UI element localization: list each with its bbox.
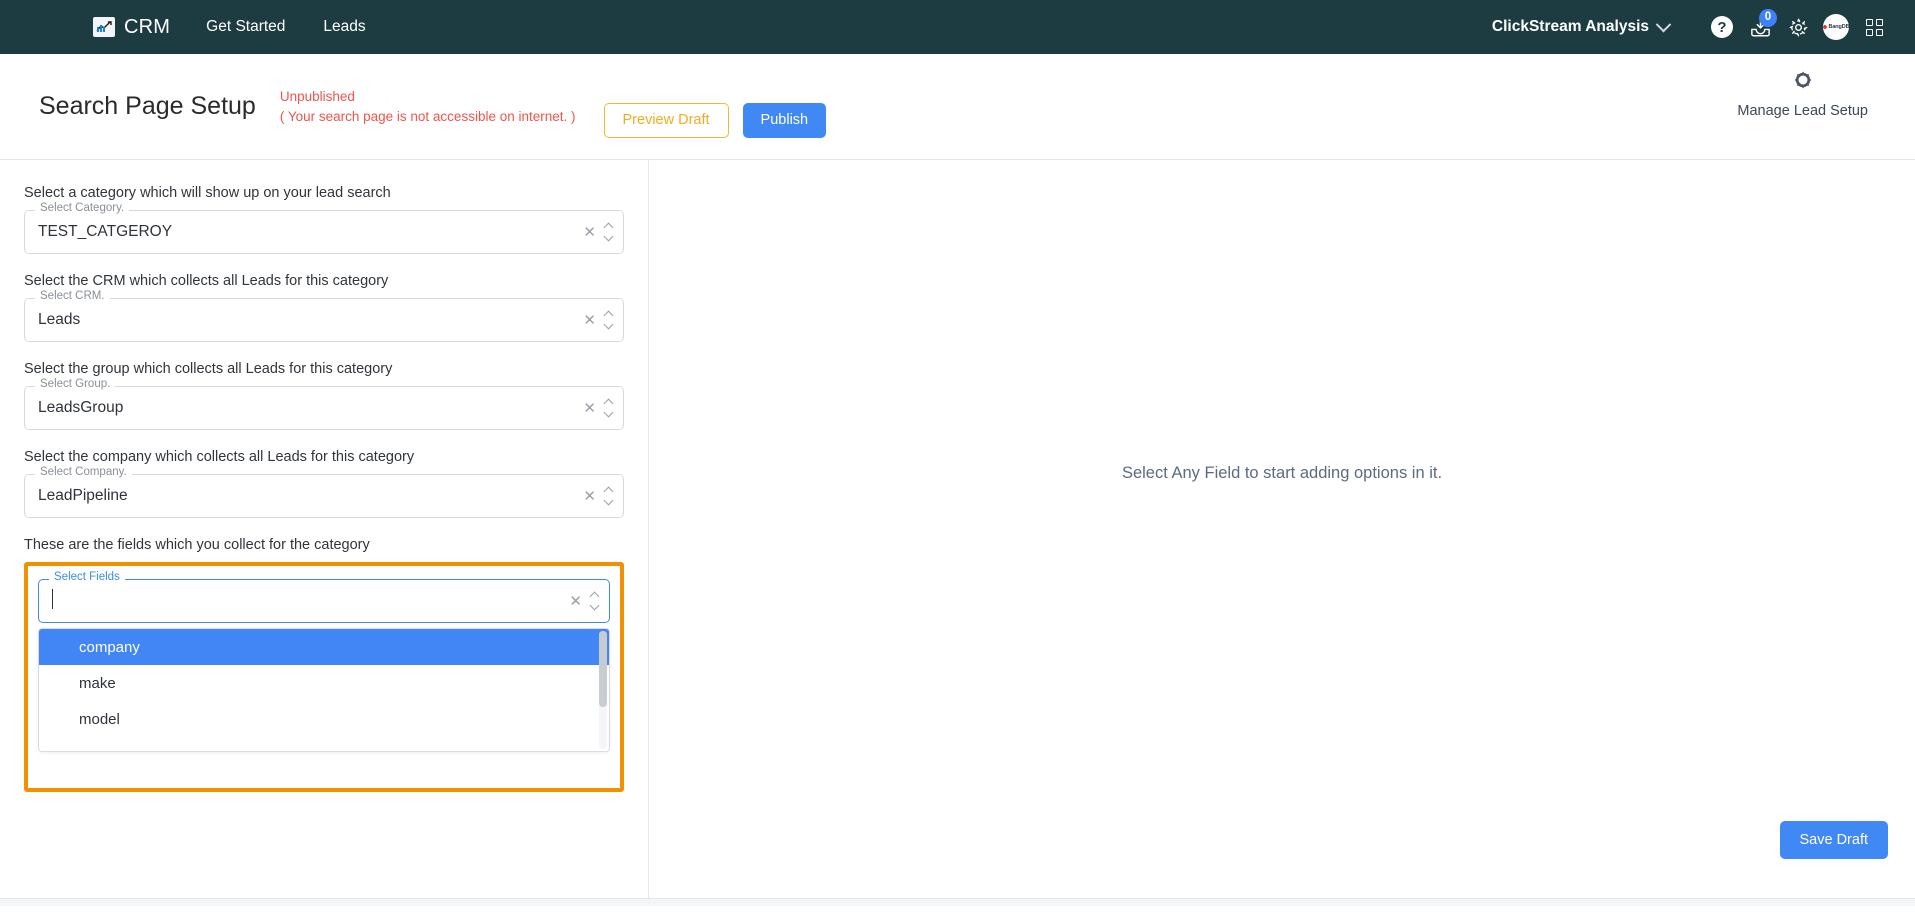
user-avatar-button[interactable]: BangDB bbox=[1817, 8, 1855, 46]
avatar: BangDB bbox=[1823, 14, 1849, 40]
select-category-value: TEST_CATGEROY bbox=[38, 223, 173, 240]
top-navbar: CRM Get Started Leads ClickStream Analys… bbox=[0, 0, 1915, 54]
chevron-updown-icon[interactable] bbox=[603, 310, 614, 330]
save-draft-button[interactable]: Save Draft bbox=[1779, 821, 1888, 859]
select-group-value: LeadsGroup bbox=[38, 399, 124, 416]
project-selector-label: ClickStream Analysis bbox=[1491, 18, 1649, 35]
navbar-right: ClickStream Analysis ? 0 BangDB bbox=[1492, 8, 1893, 46]
field-group-crm: Select the CRM which collects all Leads … bbox=[24, 273, 624, 342]
field-description-crm: Select the CRM which collects all Leads … bbox=[24, 273, 389, 289]
manage-lead-setup-label: Manage Lead Setup bbox=[1737, 103, 1868, 119]
chevron-down-icon bbox=[1655, 16, 1672, 32]
page-content: Select a category which will show up on … bbox=[0, 160, 1915, 906]
field-group-category: Select a category which will show up on … bbox=[24, 185, 624, 254]
page-title: Search Page Setup bbox=[39, 92, 256, 121]
help-icon: ? bbox=[1711, 16, 1733, 38]
select-category-legend: Select Category. bbox=[35, 202, 130, 215]
clear-icon[interactable]: ✕ bbox=[583, 489, 596, 504]
select-company-adornments: ✕ bbox=[583, 475, 614, 517]
select-group-legend: Select Group. bbox=[35, 378, 116, 391]
apps-grid-button[interactable] bbox=[1855, 8, 1893, 46]
field-description-company: Select the company which collects all Le… bbox=[24, 449, 415, 465]
gear-icon bbox=[1789, 18, 1807, 36]
select-crm[interactable]: Select CRM. Leads ✕ bbox=[24, 290, 624, 342]
publish-button[interactable]: Publish bbox=[742, 103, 827, 138]
page-header-left: Search Page Setup Unpublished ( Your sea… bbox=[0, 54, 827, 138]
help-button[interactable]: ? bbox=[1703, 8, 1741, 46]
dropdown-scrollbar-thumb[interactable] bbox=[599, 631, 607, 707]
inbox-badge: 0 bbox=[1759, 9, 1777, 27]
select-category-adornments: ✕ bbox=[583, 211, 614, 253]
dropdown-option-model[interactable]: model bbox=[39, 701, 609, 737]
avatar-label: BangDB bbox=[1828, 24, 1849, 30]
dropdown-option-list: company make model bbox=[39, 629, 609, 737]
chevron-updown-icon[interactable] bbox=[603, 486, 614, 506]
field-group-group: Select the group which collects all Lead… bbox=[24, 361, 624, 430]
select-fields-input[interactable] bbox=[52, 588, 53, 614]
inbox-button[interactable]: 0 bbox=[1741, 8, 1779, 46]
navbar-links: Get Started Leads bbox=[206, 18, 366, 36]
field-description-category: Select a category which will show up on … bbox=[24, 185, 391, 201]
field-description-fields: These are the fields which you collect f… bbox=[24, 537, 370, 553]
select-fields-dropdown[interactable]: company make model bbox=[38, 628, 610, 752]
chevron-updown-icon[interactable] bbox=[589, 591, 600, 611]
dropdown-option-company[interactable]: company bbox=[39, 629, 609, 665]
select-company-legend: Select Company. bbox=[35, 466, 132, 479]
chevron-updown-icon[interactable] bbox=[603, 222, 614, 242]
clear-icon[interactable]: ✕ bbox=[583, 313, 596, 328]
select-crm-legend: Select CRM. bbox=[35, 290, 110, 303]
clear-icon[interactable]: ✕ bbox=[569, 594, 582, 609]
publish-status: Unpublished ( Your search page is not ac… bbox=[280, 87, 576, 126]
dropdown-scrollbar[interactable] bbox=[599, 631, 607, 749]
save-draft-container: Save Draft bbox=[1779, 821, 1888, 859]
avatar-diamond-icon bbox=[1823, 24, 1828, 30]
status-badge: Unpublished bbox=[279, 89, 355, 105]
brand[interactable]: CRM bbox=[93, 16, 170, 39]
field-description-group: Select the group which collects all Lead… bbox=[24, 361, 393, 377]
select-group-adornments: ✕ bbox=[583, 387, 614, 429]
chart-logo-icon bbox=[93, 17, 115, 37]
preview-draft-button[interactable]: Preview Draft bbox=[603, 103, 729, 138]
clear-icon[interactable]: ✕ bbox=[583, 401, 596, 416]
field-group-company: Select the company which collects all Le… bbox=[24, 449, 624, 518]
select-fields-adornments: ✕ bbox=[569, 580, 600, 622]
page-header-actions: Preview Draft Publish bbox=[603, 103, 827, 138]
select-crm-adornments: ✕ bbox=[583, 299, 614, 341]
manage-lead-setup-button[interactable]: Manage Lead Setup bbox=[1737, 54, 1915, 119]
settings-button[interactable] bbox=[1779, 8, 1817, 46]
grid-icon bbox=[1865, 18, 1883, 36]
navbar-left: CRM Get Started Leads bbox=[0, 16, 366, 39]
clear-icon[interactable]: ✕ bbox=[583, 225, 596, 240]
page-header: Search Page Setup Unpublished ( Your sea… bbox=[0, 54, 1915, 159]
gear-icon bbox=[1793, 70, 1813, 94]
select-fields-legend: Select Fields bbox=[49, 571, 125, 584]
select-fields[interactable]: Select Fields ✕ bbox=[38, 571, 610, 623]
footer-strip bbox=[0, 898, 1915, 906]
select-company[interactable]: Select Company. LeadPipeline ✕ bbox=[24, 466, 624, 518]
nav-link-get-started[interactable]: Get Started bbox=[206, 18, 285, 36]
chevron-updown-icon[interactable] bbox=[603, 398, 614, 418]
select-group[interactable]: Select Group. LeadsGroup ✕ bbox=[24, 378, 624, 430]
text-cursor bbox=[52, 588, 53, 609]
dropdown-option-make[interactable]: make bbox=[39, 665, 609, 701]
brand-name: CRM bbox=[124, 15, 171, 38]
options-panel: Select Any Field to start adding options… bbox=[649, 160, 1915, 906]
select-category[interactable]: Select Category. TEST_CATGEROY ✕ bbox=[24, 202, 624, 254]
select-crm-value: Leads bbox=[38, 311, 81, 328]
setup-form-panel: Select a category which will show up on … bbox=[0, 160, 649, 906]
select-company-value: LeadPipeline bbox=[38, 487, 128, 504]
project-selector[interactable]: ClickStream Analysis bbox=[1491, 16, 1672, 36]
nav-link-leads[interactable]: Leads bbox=[323, 18, 365, 36]
status-description: ( Your search page is not accessible on … bbox=[279, 108, 576, 124]
select-fields-highlight: Select Fields ✕ company make model bbox=[24, 562, 624, 792]
empty-state-message: Select Any Field to start adding options… bbox=[1121, 463, 1443, 482]
